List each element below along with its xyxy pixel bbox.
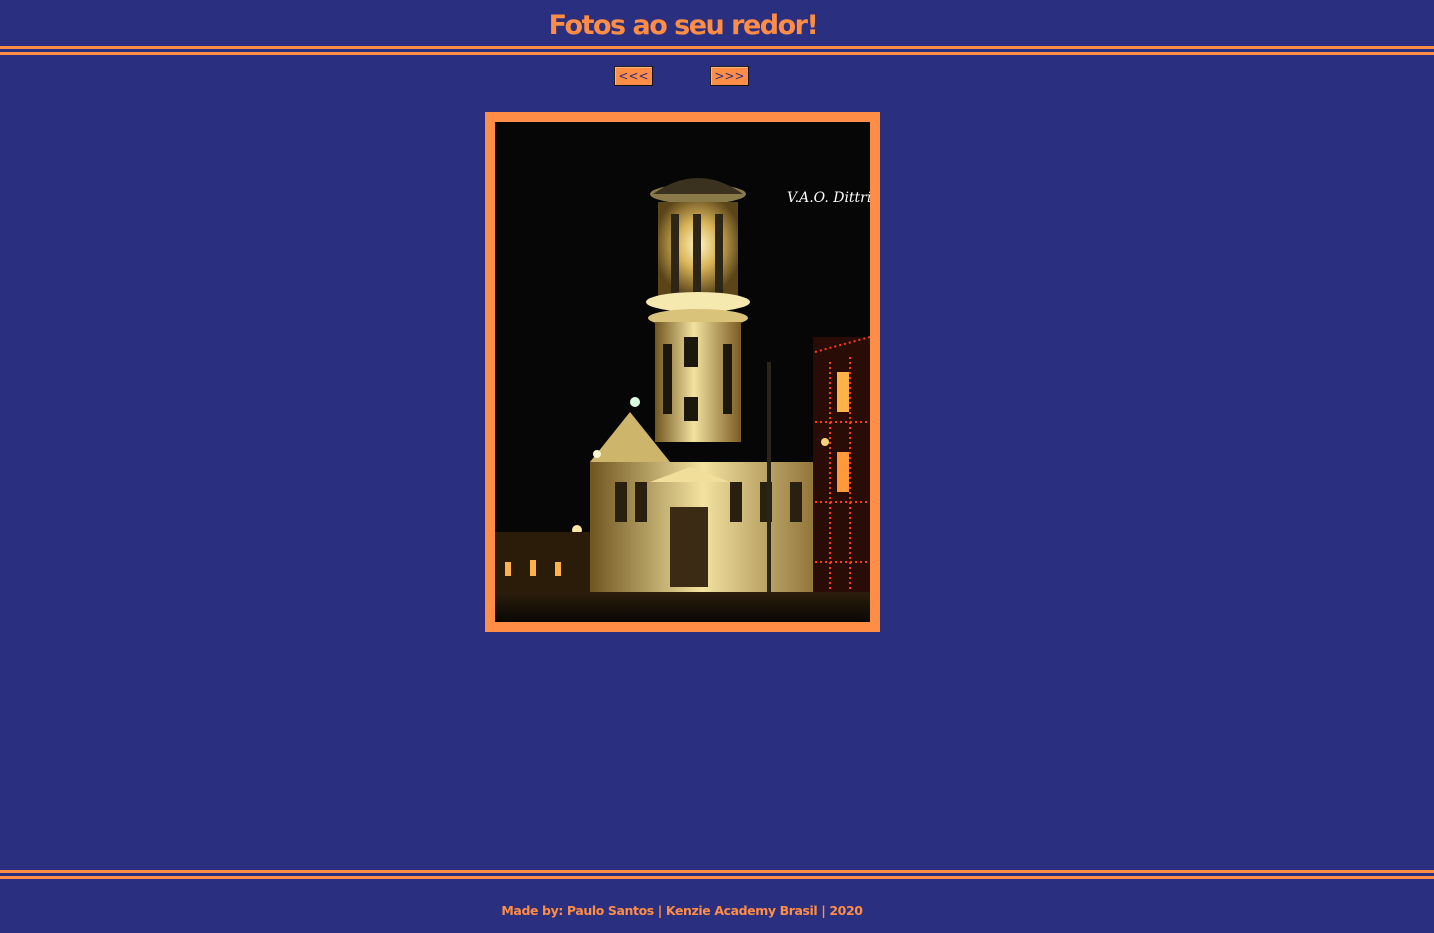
photo-signature: V.A.O. Dittrich bbox=[787, 190, 870, 206]
header-divider-bottom bbox=[0, 52, 1434, 55]
page: Fotos ao seu redor! <<< >>> V.A.O. Dittr… bbox=[0, 0, 1434, 933]
photo-illustration: V.A.O. Dittrich bbox=[495, 122, 870, 622]
gallery-photo: V.A.O. Dittrich bbox=[495, 122, 870, 622]
footer-credits: Made by: Paulo Santos | Kenzie Academy B… bbox=[501, 903, 863, 918]
next-photo-button[interactable]: >>> bbox=[710, 66, 749, 86]
footer-divider-bottom bbox=[0, 876, 1434, 879]
header-divider-top bbox=[0, 46, 1434, 49]
footer-divider-top bbox=[0, 870, 1434, 873]
previous-photo-button[interactable]: <<< bbox=[614, 66, 653, 86]
page-title: Fotos ao seu redor! bbox=[548, 10, 819, 41]
photo-frame: V.A.O. Dittrich bbox=[485, 112, 880, 632]
